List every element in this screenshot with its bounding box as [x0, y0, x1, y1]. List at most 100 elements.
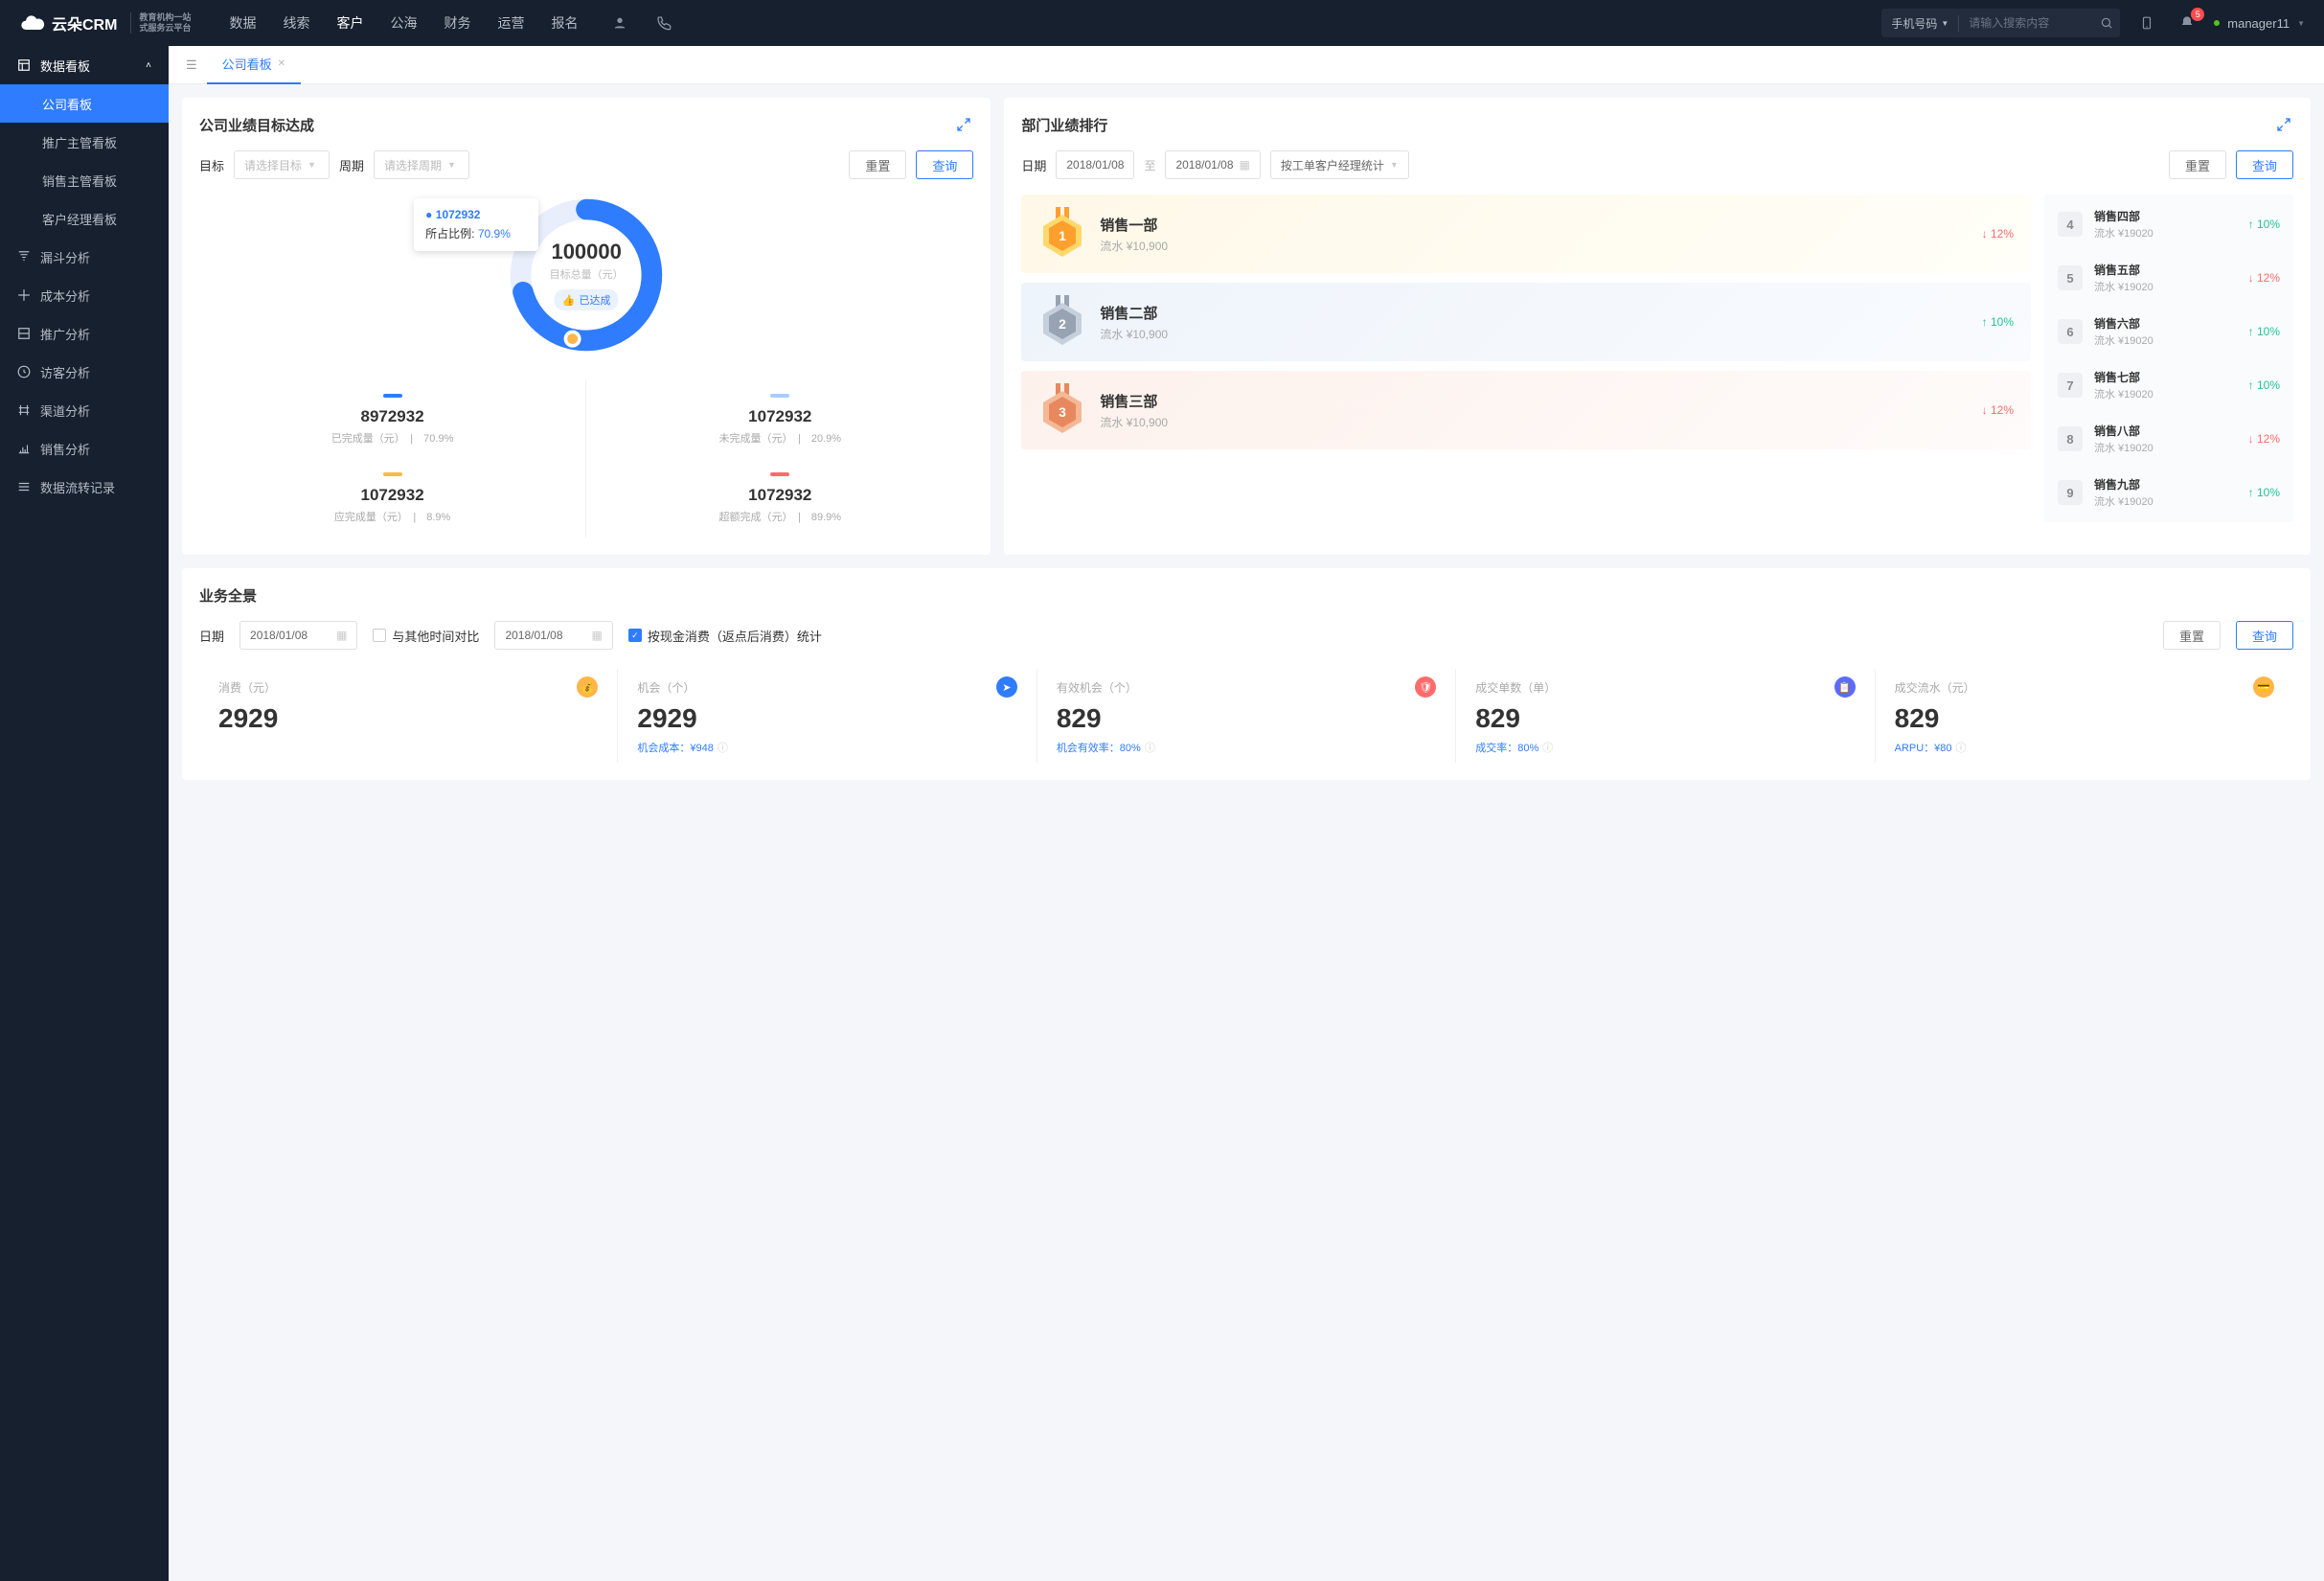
help-icon[interactable]: ⓘ	[1956, 740, 1967, 755]
kpi-1: 机会（个）➤2929机会成本：¥948 ⓘ	[618, 669, 1037, 763]
calendar-icon: ▦	[1240, 158, 1250, 172]
sidebar-sub-1[interactable]: 推广主管看板	[0, 123, 169, 161]
date-input-1[interactable]: 2018/01/08▦	[239, 621, 357, 650]
expand-icon[interactable]	[2276, 117, 2293, 134]
cash-checkbox[interactable]: ✓按现金消费（返点后消费）统计	[628, 627, 822, 645]
thumbs-up-icon: 👍	[562, 294, 576, 307]
mobile-icon[interactable]	[2133, 10, 2160, 36]
sidebar-sub-2[interactable]: 销售主管看板	[0, 161, 169, 199]
medal-icon: 2	[1038, 298, 1086, 346]
sidebar-sub-0[interactable]: 公司看板	[0, 84, 169, 123]
query-button[interactable]: 查询	[916, 150, 973, 179]
nav-线索[interactable]: 线索	[283, 13, 309, 33]
card-title: 业务全景	[199, 585, 2293, 606]
rank-top-2: 2销售二部流水 ¥10,900↑ 10%	[1021, 283, 2031, 361]
menu-icon	[17, 288, 31, 302]
rank-item: 8销售八部流水 ¥19020↓ 12%	[2044, 413, 2293, 465]
menu-icon	[17, 442, 31, 455]
svg-text:2: 2	[1059, 316, 1066, 332]
menu-icon	[17, 327, 31, 340]
search-input[interactable]	[1959, 16, 2093, 30]
query-button[interactable]: 查询	[2236, 150, 2293, 179]
nav-财务[interactable]: 财务	[444, 13, 470, 33]
sidebar-item-2[interactable]: 推广分析	[0, 314, 169, 353]
reset-button[interactable]: 重置	[2163, 621, 2221, 650]
phone-icon[interactable]	[650, 10, 677, 36]
svg-text:1: 1	[1059, 228, 1066, 243]
menu-icon	[17, 365, 31, 378]
target-select[interactable]: 请选择目标▼	[234, 150, 330, 179]
kpi-3: 成交单数（单）📋829成交率：80% ⓘ	[1456, 669, 1875, 763]
sidebar-item-6[interactable]: 数据流转记录	[0, 468, 169, 506]
nav-数据[interactable]: 数据	[229, 13, 256, 33]
kpi-2: 有效机会（个）🛡829机会有效率：80% ⓘ	[1037, 669, 1456, 763]
card-title: 公司业绩目标达成	[199, 115, 314, 135]
sidebar-item-3[interactable]: 访客分析	[0, 353, 169, 391]
expand-icon[interactable]	[956, 117, 973, 134]
search-type-select[interactable]: 手机号码▼	[1881, 15, 1959, 32]
kpi-icon: 📋	[1834, 676, 1856, 698]
user-menu[interactable]: manager11▼	[2214, 16, 2305, 31]
sidebar-collapse-icon[interactable]: ☰	[176, 52, 207, 79]
search: 手机号码▼	[1881, 9, 2120, 37]
sidebar-item-5[interactable]: 销售分析	[0, 429, 169, 468]
search-button[interactable]	[2093, 9, 2120, 37]
nav-运营[interactable]: 运营	[497, 13, 524, 33]
rank-item: 4销售四部流水 ¥19020↑ 10%	[2044, 198, 2293, 250]
stat: 8972932已完成量（元） | 70.9%	[199, 380, 586, 459]
stat: 1072932应完成量（元） | 8.9%	[199, 459, 586, 538]
kpi-icon: 💳	[2253, 676, 2274, 698]
calendar-icon: ▦	[592, 629, 603, 642]
card-title: 部门业绩排行	[1021, 115, 1107, 135]
rank-top-3: 3销售三部流水 ¥10,900↓ 12%	[1021, 371, 2031, 449]
card-goal: 公司业绩目标达成 目标 请选择目标▼ 周期 请选择周期▼ 重置 查询	[182, 98, 991, 555]
query-button[interactable]: 查询	[2236, 621, 2293, 650]
nav-客户[interactable]: 客户	[336, 13, 363, 33]
reset-button[interactable]: 重置	[2169, 150, 2226, 179]
dashboard-icon	[17, 58, 31, 72]
card-overview: 业务全景 日期 2018/01/08▦ 与其他时间对比 2018/01/08▦ …	[182, 568, 2311, 780]
medal-icon: 3	[1038, 386, 1086, 434]
rank-item: 5销售五部流水 ¥19020↓ 12%	[2044, 252, 2293, 304]
stat: 1072932超额完成（元） | 89.9%	[586, 459, 973, 538]
sidebar-item-0[interactable]: 漏斗分析	[0, 238, 169, 276]
sidebar: 数据看板˄ 公司看板推广主管看板销售主管看板客户经理看板 漏斗分析成本分析推广分…	[0, 46, 169, 1581]
help-icon[interactable]: ⓘ	[1145, 740, 1155, 755]
help-icon[interactable]: ⓘ	[1542, 740, 1553, 755]
menu-icon	[17, 480, 31, 493]
nav-报名[interactable]: 报名	[551, 13, 578, 33]
donut-chart: ● 1072932 所占比例: 70.9% 100000 目标总量（元） 👍已达…	[500, 189, 672, 361]
nav-公海[interactable]: 公海	[390, 13, 417, 33]
compare-checkbox[interactable]: 与其他时间对比	[373, 627, 479, 645]
reset-button[interactable]: 重置	[849, 150, 906, 179]
top-nav: 数据 线索 客户 公海 财务 运营 报名	[229, 13, 578, 33]
kpi-4: 成交流水（元）💳829ARPU：¥80 ⓘ	[1876, 669, 2293, 763]
status-badge: 👍已达成	[555, 289, 619, 310]
sidebar-sub-3[interactable]: 客户经理看板	[0, 199, 169, 238]
sidebar-item-1[interactable]: 成本分析	[0, 276, 169, 314]
rank-item: 6销售六部流水 ¥19020↑ 10%	[2044, 306, 2293, 357]
kpi-0: 消费（元）💰2929	[199, 669, 618, 763]
sidebar-item-4[interactable]: 渠道分析	[0, 391, 169, 429]
kpi-icon: 💰	[577, 676, 598, 698]
date-from[interactable]: 2018/01/08	[1056, 150, 1134, 179]
medal-icon: 1	[1038, 210, 1086, 258]
kpi-icon: 🛡	[1415, 676, 1436, 698]
date-to[interactable]: 2018/01/08▦	[1165, 150, 1260, 179]
tab-company-dashboard[interactable]: 公司看板✕	[207, 46, 301, 84]
help-icon[interactable]: ⓘ	[718, 740, 728, 755]
tooltip: ● 1072932 所占比例: 70.9%	[414, 198, 538, 251]
stat: 1072932未完成量（元） | 20.9%	[586, 380, 973, 459]
bell-icon[interactable]: 5	[2174, 10, 2200, 36]
period-select[interactable]: 请选择周期▼	[374, 150, 469, 179]
logo: 云朵CRM 教育机构一站式服务云平台	[19, 10, 191, 36]
user-icon[interactable]	[606, 10, 633, 36]
date-input-2[interactable]: 2018/01/08▦	[494, 621, 612, 650]
close-icon[interactable]: ✕	[278, 58, 285, 69]
chevron-up-icon: ˄	[146, 60, 151, 71]
main: ☰ 公司看板✕ 公司业绩目标达成 目标 请选择目标▼ 周期 请选择周期▼	[169, 46, 2324, 1581]
sidebar-group-dashboard[interactable]: 数据看板˄	[0, 46, 169, 84]
calendar-icon: ▦	[336, 629, 347, 642]
card-rank: 部门业绩排行 日期 2018/01/08 至 2018/01/08▦ 按工单客户…	[1004, 98, 2311, 555]
mode-select[interactable]: 按工单客户经理统计▼	[1270, 150, 1409, 179]
